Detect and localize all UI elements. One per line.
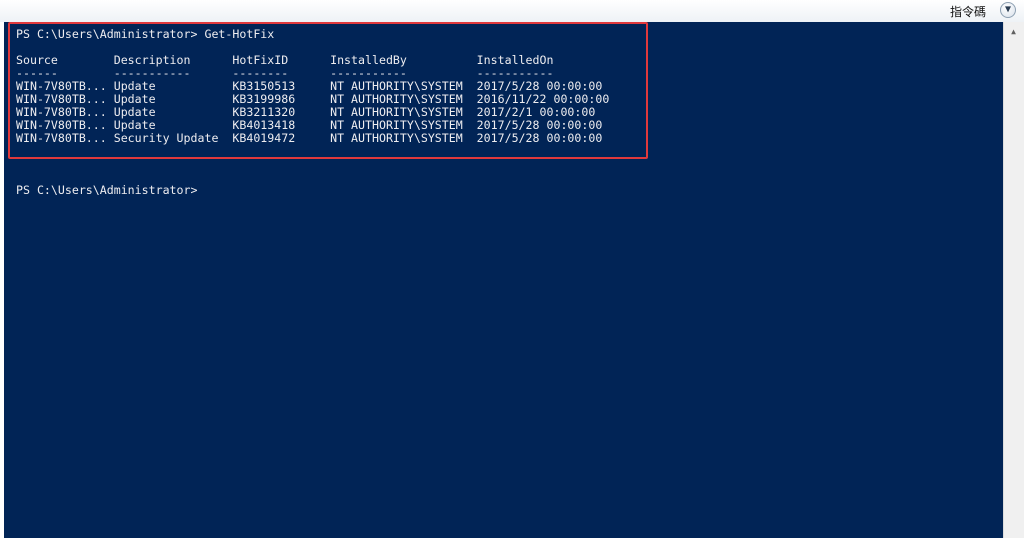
prompt-line: PS C:\Users\Administrator> xyxy=(16,183,198,197)
script-pane-label[interactable]: 指令碼 xyxy=(950,3,986,20)
top-toolbar: 指令碼 ▼ xyxy=(0,0,1024,23)
scroll-up-icon[interactable]: ▲ xyxy=(1005,23,1022,40)
vertical-scrollbar[interactable]: ▲ xyxy=(1003,22,1024,538)
highlight-box xyxy=(8,22,648,159)
chevron-down-icon[interactable]: ▼ xyxy=(1000,2,1016,18)
